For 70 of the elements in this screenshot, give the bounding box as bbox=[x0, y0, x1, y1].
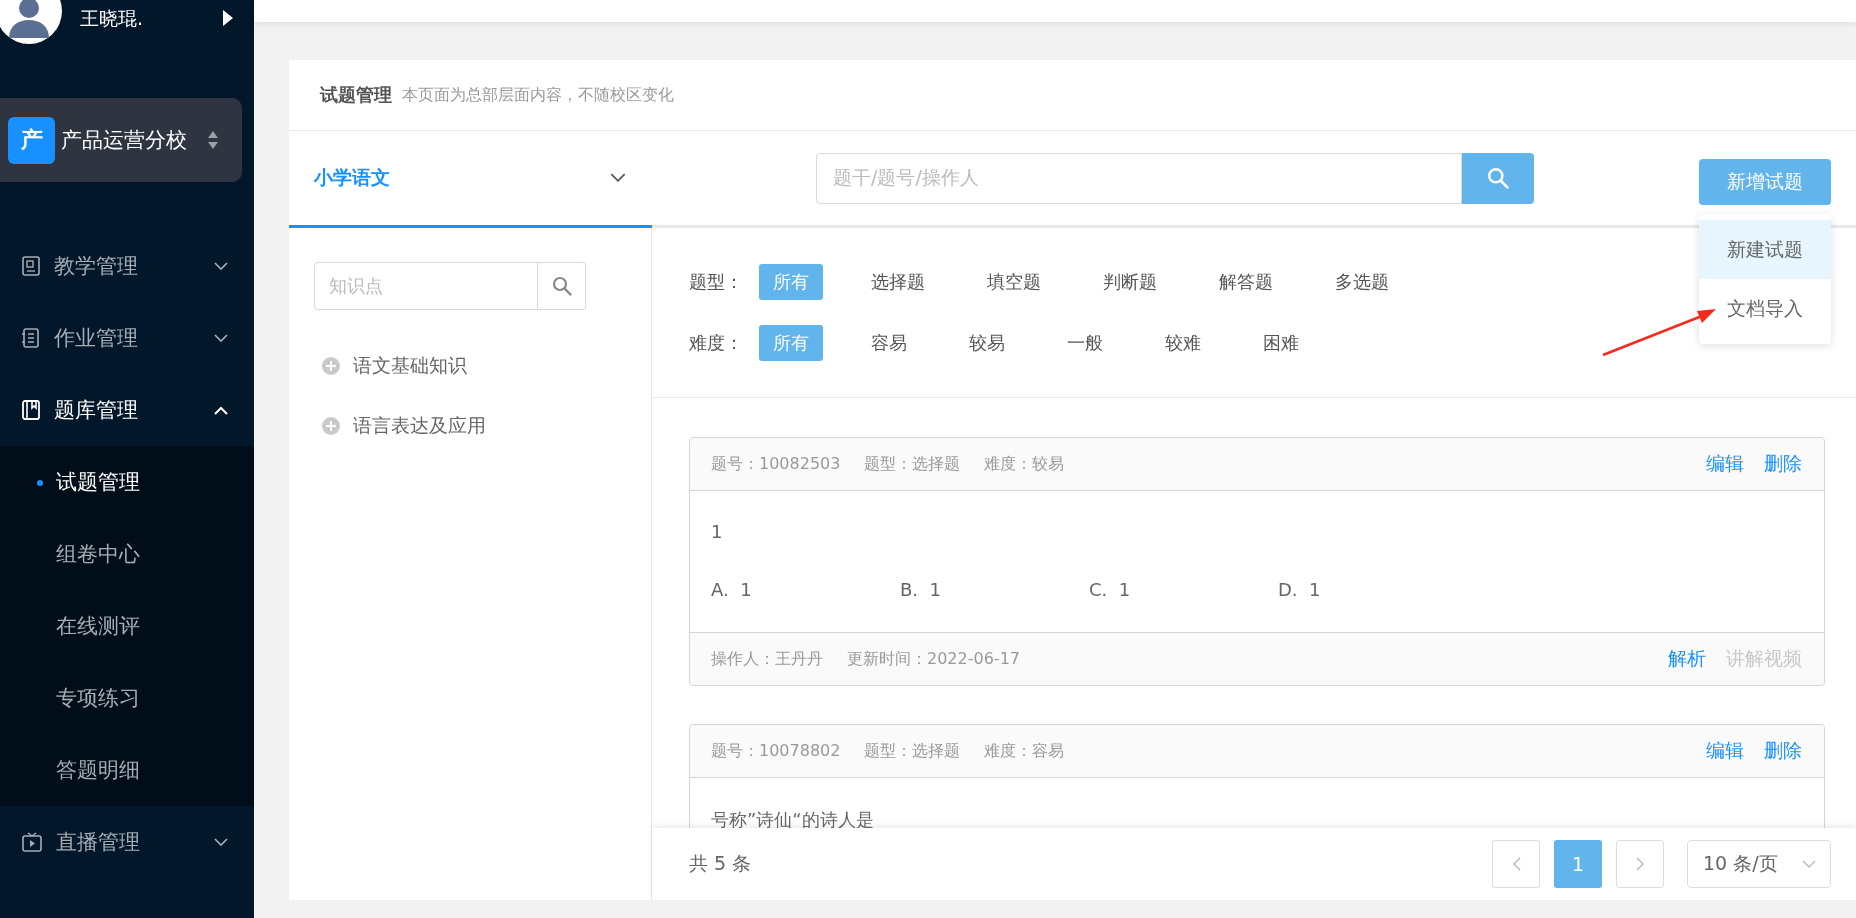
filter-option[interactable]: 多选题 bbox=[1321, 264, 1403, 300]
chevron-down-icon bbox=[1802, 859, 1816, 869]
tree-item[interactable]: 语文基础知识 bbox=[353, 353, 467, 379]
answer-option: C. 1 bbox=[1089, 579, 1278, 600]
chevron-down-icon bbox=[214, 261, 228, 271]
question-stem: 号称”诗仙“的诗人是 bbox=[711, 809, 874, 828]
filter-label: 题型： bbox=[689, 270, 743, 294]
knowledge-search-button[interactable] bbox=[538, 262, 586, 310]
menu-item[interactable]: 直播管理 bbox=[0, 806, 254, 878]
page-note: 本页面为总部层面内容，不随校区变化 bbox=[402, 84, 674, 106]
card-icon bbox=[22, 256, 40, 276]
filter-option[interactable]: 困难 bbox=[1249, 325, 1313, 361]
previous-page-button[interactable] bbox=[1492, 840, 1540, 888]
page-size-select[interactable]: 10 条/页 bbox=[1687, 840, 1831, 888]
active-dot-icon bbox=[37, 480, 43, 486]
chevron-up-icon bbox=[214, 405, 228, 415]
filter-option[interactable]: 解答题 bbox=[1205, 264, 1287, 300]
menu-item[interactable]: 题库管理 bbox=[0, 374, 254, 446]
filter-option[interactable]: 填空题 bbox=[973, 264, 1055, 300]
search-icon bbox=[1487, 167, 1509, 189]
list-icon bbox=[22, 328, 40, 348]
campus-switcher[interactable]: 产 产品运营分校 bbox=[0, 98, 242, 182]
next-page-button[interactable] bbox=[1616, 840, 1664, 888]
caret-right-icon[interactable] bbox=[222, 10, 234, 26]
dropdown-item[interactable]: 新建试题 bbox=[1699, 220, 1831, 279]
search-icon bbox=[551, 276, 572, 296]
question-meta: 难度：较易 bbox=[984, 453, 1065, 475]
answer-option: D. 1 bbox=[1278, 579, 1467, 600]
submenu-item[interactable]: 专项练习 bbox=[0, 662, 254, 734]
plus-circle-icon[interactable] bbox=[321, 416, 341, 436]
chevron-left-icon bbox=[1511, 857, 1521, 871]
campus-badge: 产 bbox=[8, 116, 55, 164]
card-footer-text: 操作人：王丹丹 bbox=[711, 648, 823, 670]
answer-option: A. 1 bbox=[711, 579, 900, 600]
search-button[interactable] bbox=[1462, 152, 1534, 204]
menu-item[interactable]: 教学管理 bbox=[0, 230, 254, 302]
submenu-item[interactable]: 试题管理 bbox=[0, 446, 254, 518]
total-count: 共 5 条 bbox=[689, 851, 753, 876]
filter-option[interactable]: 判断题 bbox=[1089, 264, 1171, 300]
chevron-right-icon bbox=[1635, 857, 1645, 871]
question-meta: 题号：10082503 bbox=[711, 453, 841, 475]
submenu-item[interactable]: 在线测评 bbox=[0, 590, 254, 662]
question-meta: 难度：容易 bbox=[984, 740, 1065, 762]
menu-item[interactable]: 作业管理 bbox=[0, 302, 254, 374]
question-meta: 题型：选择题 bbox=[864, 453, 961, 475]
campus-name: 产品运营分校 bbox=[61, 127, 187, 154]
question-meta: 题号：10078802 bbox=[711, 740, 841, 762]
answer-option: B. 1 bbox=[900, 579, 1089, 600]
chevron-down-icon bbox=[214, 837, 228, 847]
tv-icon bbox=[22, 832, 42, 852]
sort-arrows-icon bbox=[207, 130, 219, 150]
card-footer-text: 更新时间：2022-06-17 bbox=[847, 648, 1020, 670]
filter-option[interactable]: 一般 bbox=[1053, 325, 1117, 361]
plus-circle-icon[interactable] bbox=[321, 356, 341, 376]
filter-option[interactable]: 较难 bbox=[1151, 325, 1215, 361]
chevron-down-icon bbox=[610, 173, 626, 183]
filter-option[interactable]: 容易 bbox=[857, 325, 921, 361]
dropdown-item[interactable]: 文档导入 bbox=[1699, 279, 1831, 338]
user-name: 王晓琨. bbox=[80, 6, 144, 31]
question-meta: 题型：选择题 bbox=[864, 740, 961, 762]
tree-item[interactable]: 语言表达及应用 bbox=[353, 413, 486, 439]
submenu-item[interactable]: 组卷中心 bbox=[0, 518, 254, 590]
submenu-item[interactable]: 答题明细 bbox=[0, 734, 254, 806]
filter-option[interactable]: 较易 bbox=[955, 325, 1019, 361]
question-stem: 1 bbox=[711, 521, 723, 542]
book-icon bbox=[22, 400, 40, 420]
filter-option[interactable]: 选择题 bbox=[857, 264, 939, 300]
filter-label: 难度： bbox=[689, 331, 743, 355]
page-title: 试题管理 bbox=[320, 83, 392, 107]
chevron-down-icon bbox=[214, 333, 228, 343]
